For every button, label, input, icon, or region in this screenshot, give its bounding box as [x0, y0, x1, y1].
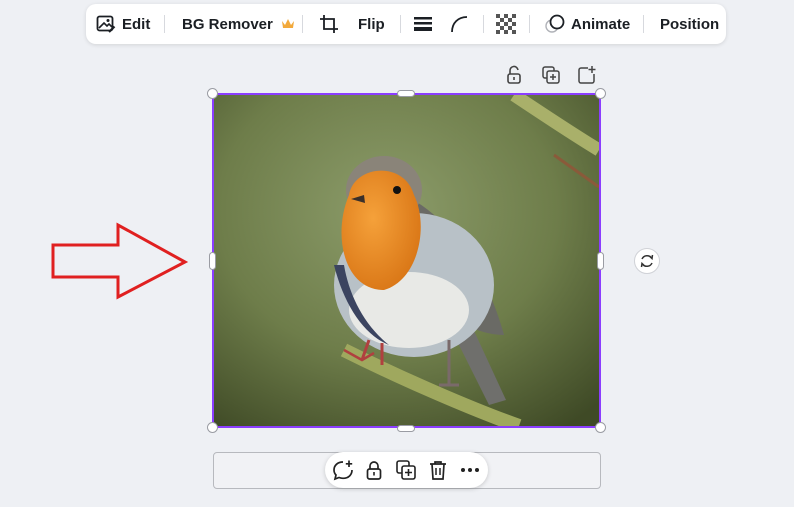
- edit-button[interactable]: Edit: [96, 4, 150, 44]
- rotate-icon: [640, 254, 654, 268]
- quick-actions-bar: [325, 452, 488, 488]
- lock-icon[interactable]: [504, 65, 524, 85]
- corner-rounding-icon: [451, 16, 468, 33]
- duplicate-icon[interactable]: [395, 459, 417, 481]
- corner-rounding-button[interactable]: [449, 4, 469, 44]
- toolbar-divider: [643, 15, 644, 33]
- animate-button[interactable]: Animate: [544, 4, 630, 44]
- transparency-button[interactable]: [496, 4, 516, 44]
- resize-handle-bottom[interactable]: [397, 425, 415, 432]
- more-icon[interactable]: [459, 459, 481, 481]
- selected-image-frame[interactable]: [212, 93, 601, 428]
- flip-button[interactable]: Flip: [358, 4, 385, 44]
- resize-handle-bottom-left[interactable]: [207, 422, 218, 433]
- crop-button[interactable]: [319, 4, 339, 44]
- add-page-icon[interactable]: [577, 65, 597, 85]
- annotation-arrow: [51, 222, 189, 300]
- animate-label: Animate: [571, 15, 631, 33]
- rotate-button[interactable]: [634, 248, 660, 274]
- crown-icon: [281, 19, 294, 28]
- toolbar-divider: [529, 15, 530, 33]
- trash-icon[interactable]: [427, 459, 449, 481]
- position-label: Position: [660, 15, 720, 33]
- bg-remover-label: BG Remover: [182, 15, 273, 33]
- image-toolbar: Edit BG Remover Flip Animate Position: [86, 4, 726, 44]
- lock-icon[interactable]: [363, 459, 385, 481]
- bg-remover-button[interactable]: BG Remover: [182, 4, 295, 44]
- image-edit-icon: [96, 15, 116, 33]
- toolbar-divider: [483, 15, 484, 33]
- border-style-button[interactable]: [413, 4, 433, 44]
- position-button[interactable]: Position: [660, 4, 719, 44]
- toolbar-divider: [400, 15, 401, 33]
- resize-handle-top-left[interactable]: [207, 88, 218, 99]
- toolbar-divider: [302, 15, 303, 33]
- duplicate-icon[interactable]: [541, 65, 561, 85]
- resize-handle-bottom-right[interactable]: [595, 422, 606, 433]
- toolbar-divider: [164, 15, 165, 33]
- resize-handle-left[interactable]: [209, 252, 216, 270]
- transparency-icon: [496, 14, 516, 34]
- edit-label: Edit: [122, 15, 151, 33]
- flip-label: Flip: [358, 15, 385, 33]
- animate-icon: [545, 14, 565, 33]
- resize-handle-right[interactable]: [597, 252, 604, 270]
- comment-add-icon[interactable]: [332, 459, 354, 481]
- resize-handle-top[interactable]: [397, 90, 415, 97]
- border-weight-icon: [414, 17, 432, 31]
- robin-photo: [214, 95, 599, 426]
- crop-icon: [320, 15, 338, 33]
- resize-handle-top-right[interactable]: [595, 88, 606, 99]
